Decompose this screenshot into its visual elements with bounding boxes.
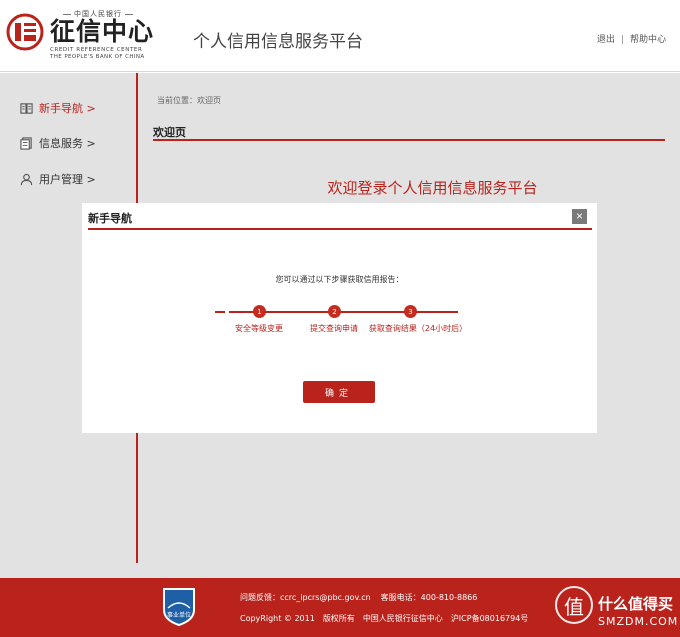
modal-description: 您可以通过以下步骤获取信用报告： xyxy=(275,275,404,284)
public-institution-badge-icon: 事业单位 xyxy=(163,588,195,626)
step-3-marker: 3 xyxy=(404,305,417,318)
step-1-label: 安全等级变更 xyxy=(235,324,283,333)
close-icon: × xyxy=(575,209,583,223)
footer-copyright: CopyRight © 2011 版权所有 中国人民银行征信中心 沪ICP备08016… xyxy=(240,613,528,624)
top-links-separator: | xyxy=(620,35,624,45)
footer-icp: 沪ICP备08016794号 xyxy=(450,614,529,623)
badge-text: 事业单位 xyxy=(167,611,191,619)
step-2-marker: 2 xyxy=(328,305,341,318)
logout-link[interactable]: 退出 xyxy=(597,35,615,45)
footer-owner: 中国人民银行征信中心 xyxy=(362,614,443,623)
book-icon xyxy=(20,102,33,114)
sidebar-item-label: 新手导航 > xyxy=(39,102,96,115)
logo-english-line1: CREDIT REFERENCE CENTER xyxy=(50,47,143,53)
help-center-link[interactable]: 帮助中心 xyxy=(630,35,666,45)
footer-copyright-year: CopyRight © 2011 xyxy=(240,614,315,623)
steps-line-start xyxy=(215,311,225,313)
sidebar-item-user-management[interactable]: 用户管理 > xyxy=(20,169,96,189)
smzdm-watermark-icon: 值 xyxy=(555,586,593,624)
top-links: 退出 | 帮助中心 xyxy=(597,32,666,45)
sidebar-item-beginner-guide[interactable]: 新手导航 > xyxy=(20,98,96,118)
breadcrumb: 当前位置：欢迎页 xyxy=(157,96,221,105)
sidebar-item-label: 用户管理 > xyxy=(39,173,96,186)
confirm-button[interactable]: 确定 xyxy=(303,381,375,403)
site-title: 个人信用信息服务平台 xyxy=(193,32,363,52)
footer-contact: 问题反馈：ccrc_ipcrs@pbc.gov.cn 客服电话：400-810-8… xyxy=(240,592,477,603)
footer-rights: 版权所有 xyxy=(322,614,355,623)
sidebar-item-info-service[interactable]: 信息服务 > xyxy=(20,133,96,153)
close-button[interactable]: × xyxy=(572,209,587,224)
logo-title: 征信中心 xyxy=(50,17,155,46)
user-icon xyxy=(20,173,33,185)
header: 中国人民银行 征信中心 CREDIT REFERENCE CENTER THE … xyxy=(0,0,680,72)
modal-title: 新手导航 xyxy=(88,212,132,225)
welcome-title: 欢迎登录个人信用信息服务平台 xyxy=(327,179,538,197)
document-icon xyxy=(20,136,32,150)
modal-divider xyxy=(88,228,592,230)
sidebar-item-label: 信息服务 > xyxy=(39,137,96,150)
page-title: 欢迎页 xyxy=(153,124,665,141)
steps-line-end xyxy=(448,311,458,313)
logo-english-line2: THE PEOPLE'S BANK OF CHINA xyxy=(50,54,145,60)
footer-phone: 客服电话：400-810-8866 xyxy=(380,593,478,602)
step-1-marker: 1 xyxy=(253,305,266,318)
beginner-guide-modal: 新手导航 × 您可以通过以下步骤获取信用报告： 1 2 3 安全等级变更 提交查… xyxy=(82,203,597,433)
credit-center-logo-icon xyxy=(6,13,44,51)
footer-feedback: 问题反馈：ccrc_ipcrs@pbc.gov.cn xyxy=(240,593,371,602)
watermark-text: 什么值得买 xyxy=(598,595,674,613)
watermark-domain: SMZDM.COM xyxy=(598,615,679,628)
step-2-label: 提交查询申请 xyxy=(310,324,358,333)
step-3-label: 获取查询结果（24小时后） xyxy=(368,324,468,333)
